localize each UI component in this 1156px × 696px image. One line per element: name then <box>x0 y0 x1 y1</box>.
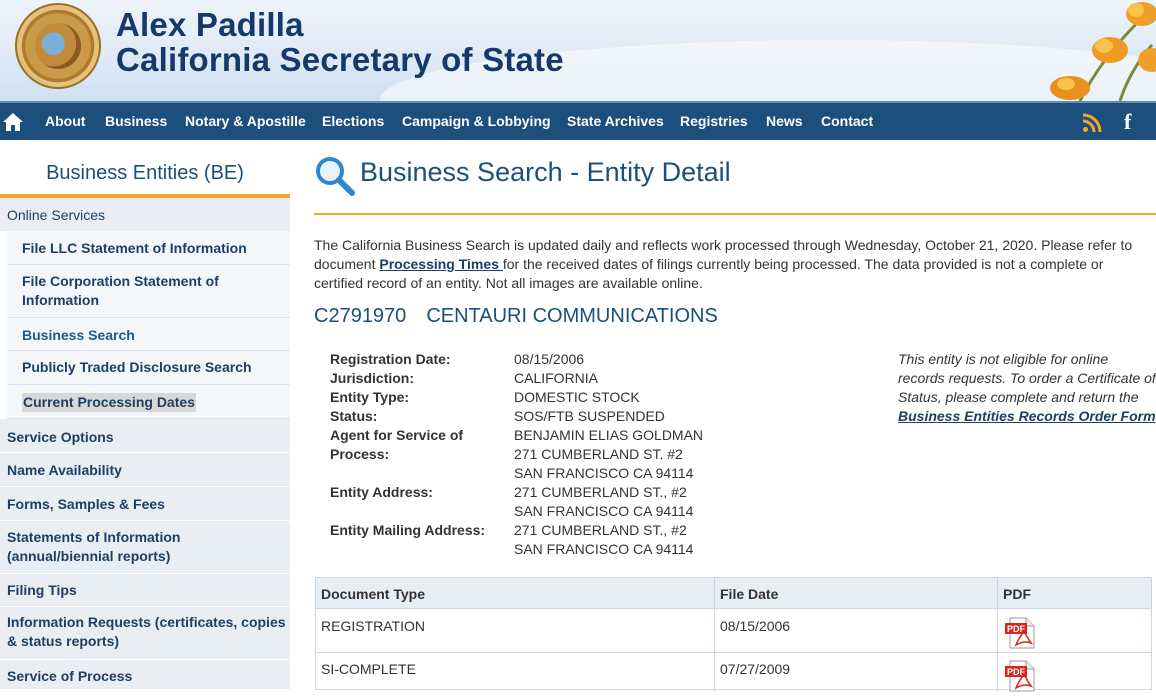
sidebar-service-options[interactable]: Service Options <box>0 419 290 453</box>
home-icon[interactable] <box>2 111 24 133</box>
records-order-form-link[interactable]: Business Entities Records Order Form <box>898 408 1156 424</box>
nav-elections[interactable]: Elections <box>322 113 384 129</box>
sidebar-item-label: File LLC Statement of Information <box>22 240 247 256</box>
pdf-icon[interactable]: PDF <box>1004 660 1036 692</box>
sidebar-statements-of-information[interactable]: Statements of Information (annual/bienni… <box>0 521 290 574</box>
column-header-file-date: File Date <box>720 586 779 602</box>
mailing-address-line1: 271 CUMBERLAND ST., #2 <box>514 522 687 538</box>
nav-about[interactable]: About <box>45 113 85 129</box>
facebook-icon[interactable]: f <box>1124 109 1131 135</box>
sidebar-section-label: Service Options <box>7 429 114 445</box>
registration-date-label: Registration Date: <box>330 351 451 367</box>
nav-contact[interactable]: Contact <box>821 113 873 129</box>
sidebar-name-availability[interactable]: Name Availability <box>0 453 290 487</box>
jurisdiction-label: Jurisdiction: <box>330 370 415 386</box>
sidebar-item-processing-dates[interactable]: Current Processing Dates <box>7 385 290 419</box>
sidebar-filing-tips[interactable]: Filing Tips <box>0 574 290 607</box>
nav-registries[interactable]: Registries <box>680 113 748 129</box>
document-type-cell: REGISTRATION <box>321 618 425 634</box>
entity-type-value: DOMESTIC STOCK <box>514 389 640 405</box>
sidebar-item-file-corp-soi[interactable]: File Corporation Statement of Informatio… <box>7 265 290 318</box>
column-header-pdf: PDF <box>1003 586 1031 602</box>
nav-news[interactable]: News <box>766 113 803 129</box>
file-date-cell: 07/27/2009 <box>720 661 791 677</box>
sidebar-information-requests[interactable]: Information Requests (certificates, copi… <box>0 607 290 660</box>
records-notice: This entity is not eligible for online r… <box>898 351 1156 424</box>
agent-address-line1: 271 CUMBERLAND ST. #2 <box>514 446 683 462</box>
main-nav: About Business Notary & Apostille Electi… <box>0 101 1156 140</box>
entity-type-label: Entity Type: <box>330 389 410 405</box>
table-row: REGISTRATION 08/15/2006 PDF <box>316 610 1151 653</box>
office-title[interactable]: California Secretary of State <box>116 41 564 79</box>
intro-text: The California Business Search is update… <box>314 237 1133 291</box>
entity-address-line1: 271 CUMBERLAND ST., #2 <box>514 484 687 500</box>
sidebar-item-label: Publicly Traded Disclosure Search <box>22 359 252 375</box>
processing-times-link[interactable]: Processing Times <box>379 256 502 272</box>
entity-address-line2: SAN FRANCISCO CA 94114 <box>514 503 694 519</box>
sidebar-item-label: File Corporation Statement of Informatio… <box>22 273 219 308</box>
sidebar-section-label: Statements of Information (annual/bienni… <box>7 529 181 564</box>
agent-name: BENJAMIN ELIAS GOLDMAN <box>514 427 704 443</box>
agent-label-line2: Process: <box>330 446 390 462</box>
pdf-icon[interactable]: PDF <box>1004 617 1036 649</box>
rss-icon[interactable] <box>1082 113 1102 133</box>
state-seal-logo[interactable] <box>15 3 101 89</box>
sidebar-item-label: Current Processing Dates <box>22 393 196 412</box>
sidebar-service-of-process[interactable]: Service of Process <box>0 660 290 690</box>
official-name[interactable]: Alex Padilla <box>116 6 304 44</box>
entity-number: C2791970 <box>314 305 407 327</box>
sidebar-section-label: Name Availability <box>7 462 122 478</box>
sidebar-item-publicly-traded[interactable]: Publicly Traded Disclosure Search <box>7 351 290 385</box>
status-label: Status: <box>330 408 378 424</box>
entity-name: CENTAURI COMMUNICATIONS <box>426 305 718 327</box>
nav-business[interactable]: Business <box>105 113 167 129</box>
nav-notary-apostille[interactable]: Notary & Apostille <box>185 113 306 129</box>
sidebar-section-label: Information Requests (certificates, copi… <box>7 614 286 649</box>
mailing-address-label: Entity Mailing Address: <box>330 522 486 538</box>
sidebar-forms-samples-fees[interactable]: Forms, Samples & Fees <box>0 487 290 521</box>
sidebar: Business Entities (BE) Online Services F… <box>0 140 290 690</box>
sidebar-title[interactable]: Business Entities (BE) <box>0 162 290 185</box>
sidebar-item-business-search[interactable]: Business Search <box>7 318 290 351</box>
page-title: Business Search - Entity Detail <box>360 157 731 187</box>
mailing-address-line2: SAN FRANCISCO CA 94114 <box>514 541 694 557</box>
sidebar-section-label: Forms, Samples & Fees <box>7 496 165 512</box>
file-date-cell: 08/15/2006 <box>720 618 791 634</box>
documents-table: Document Type File Date PDF REGISTRATION… <box>315 577 1152 692</box>
sidebar-item-file-llc-soi[interactable]: File LLC Statement of Information <box>7 231 290 265</box>
column-header-document-type: Document Type <box>321 586 425 602</box>
agent-label-line1: Agent for Service of <box>330 427 464 443</box>
search-icon <box>316 157 355 196</box>
agent-address-line2: SAN FRANCISCO CA 94114 <box>514 465 694 481</box>
status-value: SOS/FTB SUSPENDED <box>514 408 665 424</box>
entity-heading: C2791970 CENTAURI COMMUNICATIONS <box>314 305 718 328</box>
sidebar-online-services[interactable]: Online Services <box>0 198 290 231</box>
nav-state-archives[interactable]: State Archives <box>567 113 664 129</box>
sidebar-item-label: Business Search <box>22 327 135 343</box>
document-type-cell: SI-COMPLETE <box>321 661 416 677</box>
sidebar-section-label: Service of Process <box>7 668 133 684</box>
sidebar-section-label: Filing Tips <box>7 582 77 598</box>
entity-address-label: Entity Address: <box>330 484 433 500</box>
table-header: Document Type File Date PDF <box>316 578 1151 609</box>
title-divider <box>314 213 1156 215</box>
registration-date-value: 08/15/2006 <box>514 351 585 367</box>
nav-campaign-lobbying[interactable]: Campaign & Lobbying <box>402 113 551 129</box>
poppies-decoration <box>1050 2 1156 101</box>
site-header: Alex Padilla California Secretary of Sta… <box>0 0 1156 101</box>
sidebar-online-services-label: Online Services <box>7 207 106 223</box>
jurisdiction-value: CALIFORNIA <box>514 370 599 386</box>
